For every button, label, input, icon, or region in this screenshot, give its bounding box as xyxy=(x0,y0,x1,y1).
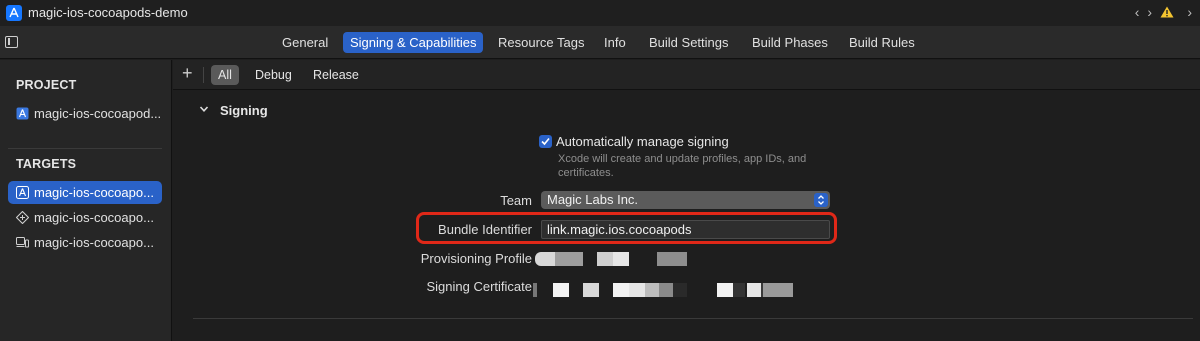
tab-resource-tags[interactable]: Resource Tags xyxy=(491,32,591,53)
auto-manage-signing-label: Automatically manage signing xyxy=(556,134,729,149)
tab-info[interactable]: Info xyxy=(597,32,633,53)
xcode-project-icon xyxy=(6,5,22,21)
back-forward-icon[interactable]: ‹ › xyxy=(1135,4,1154,20)
project-icon xyxy=(16,107,29,120)
title-bar: magic-ios-cocoapods-demo ‹ › › xyxy=(0,0,1200,26)
auto-manage-signing-checkbox[interactable] xyxy=(539,135,552,148)
filter-debug[interactable]: Debug xyxy=(248,65,299,85)
signing-certificate-label: Signing Certificate xyxy=(426,279,533,294)
team-label: Team xyxy=(500,193,532,208)
section-divider xyxy=(193,318,1193,319)
signing-editor: + All Debug Release Signing Automaticall… xyxy=(173,60,1200,341)
sidebar-item-target-app[interactable]: magic-ios-cocoapo... xyxy=(8,181,162,204)
sidebar-item-label: magic-ios-cocoapo... xyxy=(34,210,154,225)
tab-signing-capabilities[interactable]: Signing & Capabilities xyxy=(343,32,484,53)
add-capability-icon[interactable]: + xyxy=(182,63,193,84)
tab-build-phases[interactable]: Build Phases xyxy=(745,32,835,53)
chevron-down-icon[interactable] xyxy=(199,104,209,114)
filter-release[interactable]: Release xyxy=(306,65,366,85)
filter-all[interactable]: All xyxy=(211,65,239,85)
popup-stepper-icon xyxy=(814,193,828,207)
ui-test-target-icon xyxy=(16,237,29,248)
sidebar-item-label: magic-ios-cocoapo... xyxy=(34,235,154,250)
editor-tab-bar: General Signing & Capabilities Resource … xyxy=(0,26,1200,59)
team-select[interactable]: Magic Labs Inc. xyxy=(541,191,830,209)
test-target-icon xyxy=(16,211,29,224)
sidebar-item-label: magic-ios-cocoapod... xyxy=(34,106,162,121)
tab-build-rules[interactable]: Build Rules xyxy=(842,32,922,53)
bundle-identifier-highlight xyxy=(416,212,837,244)
tab-build-settings[interactable]: Build Settings xyxy=(642,32,736,53)
project-title: magic-ios-cocoapods-demo xyxy=(28,5,188,20)
project-heading: PROJECT xyxy=(16,78,77,92)
team-value: Magic Labs Inc. xyxy=(547,192,639,207)
targets-heading: TARGETS xyxy=(16,157,77,171)
provisioning-profile-label: Provisioning Profile xyxy=(420,251,532,266)
app-target-icon xyxy=(16,186,29,199)
filter-divider xyxy=(203,67,204,83)
sidebar-item-target-uitests[interactable]: magic-ios-cocoapo... xyxy=(8,231,162,254)
sidebar-item-project[interactable]: magic-ios-cocoapod... xyxy=(8,102,162,125)
sidebar-item-target-tests[interactable]: magic-ios-cocoapo... xyxy=(8,206,162,229)
tab-general[interactable]: General xyxy=(275,32,335,53)
signing-section-title: Signing xyxy=(220,103,268,118)
chevron-right-icon[interactable]: › xyxy=(1187,4,1192,20)
sidebar-item-label: magic-ios-cocoapo... xyxy=(34,185,154,200)
sidebar-toggle-icon[interactable] xyxy=(5,36,18,48)
project-sidebar: PROJECT magic-ios-cocoapod... TARGETS ma… xyxy=(0,60,172,341)
warning-icon[interactable] xyxy=(1160,6,1174,18)
checkmark-icon xyxy=(541,137,550,146)
configuration-filter-bar: + All Debug Release xyxy=(173,60,1200,90)
sidebar-divider xyxy=(8,148,162,149)
auto-manage-signing-help: Xcode will create and update profiles, a… xyxy=(558,153,807,179)
